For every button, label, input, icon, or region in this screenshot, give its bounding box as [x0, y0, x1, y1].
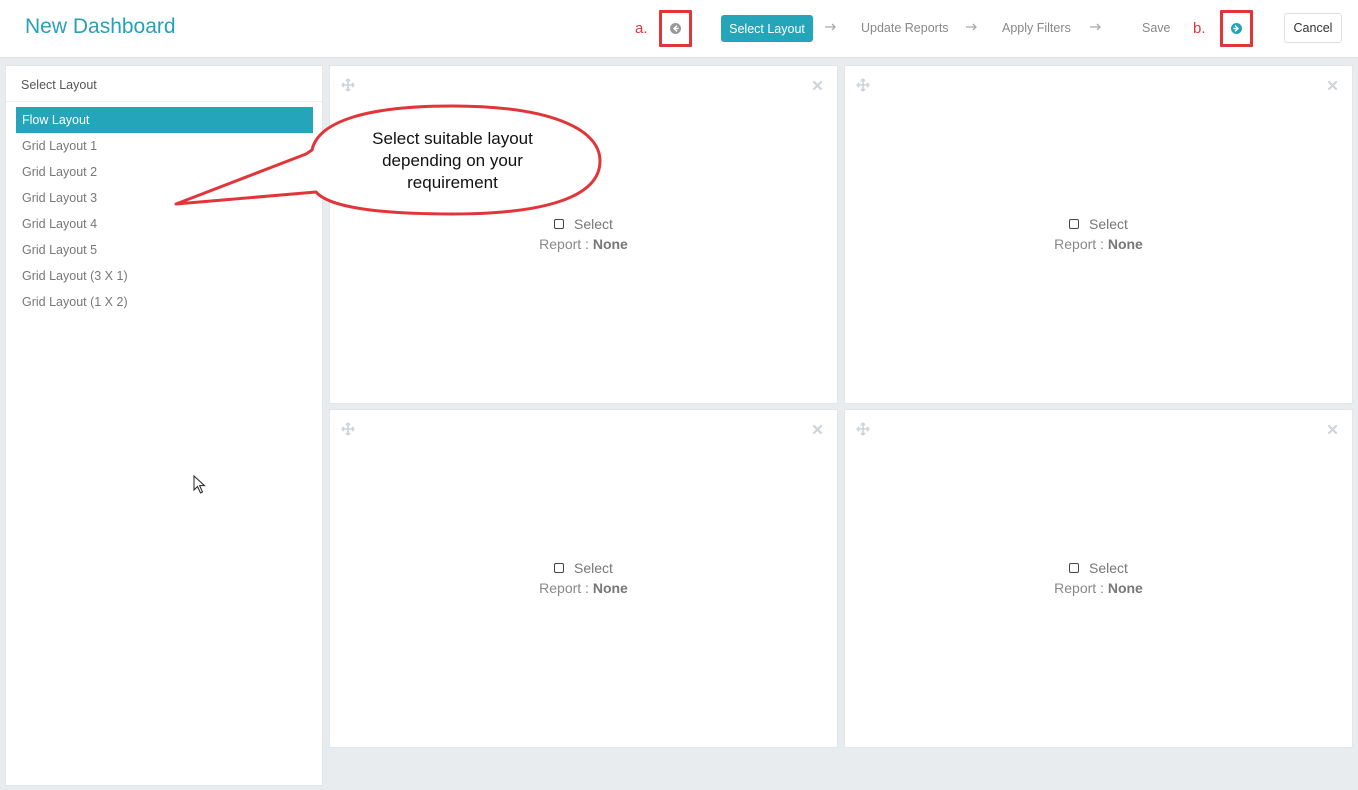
report-value: None: [1107, 580, 1143, 596]
move-icon[interactable]: [856, 422, 870, 436]
annotation-label-a: a.: [635, 20, 648, 37]
annotation-box-b: [1220, 10, 1253, 47]
select-checkbox[interactable]: [1069, 563, 1080, 573]
layout-item-grid-1[interactable]: Grid Layout 1: [16, 133, 313, 159]
circle-arrow-right-icon[interactable]: [1231, 23, 1242, 34]
report-panel: Select Report : None: [329, 409, 838, 748]
report-value: None: [592, 236, 628, 252]
step-update-reports[interactable]: Update Reports: [861, 21, 949, 35]
arrow-right-icon: [825, 23, 836, 31]
report-label: Report :: [1054, 580, 1104, 596]
sidebar-title: Select Layout: [21, 78, 97, 92]
move-icon[interactable]: [341, 78, 355, 92]
select-label: Select: [574, 560, 613, 576]
select-checkbox[interactable]: [554, 563, 565, 573]
move-icon[interactable]: [856, 78, 870, 92]
step-save[interactable]: Save: [1142, 21, 1171, 35]
layout-item-grid-1x2[interactable]: Grid Layout (1 X 2): [16, 289, 313, 315]
step-apply-filters[interactable]: Apply Filters: [1002, 21, 1071, 35]
report-value: None: [592, 580, 628, 596]
close-icon[interactable]: [1327, 80, 1338, 91]
annotation-label-b: b.: [1193, 20, 1206, 37]
report-label: Report :: [539, 236, 589, 252]
select-label: Select: [1089, 216, 1128, 232]
close-icon[interactable]: [812, 80, 823, 91]
report-label: Report :: [539, 580, 589, 596]
arrow-right-icon: [1090, 23, 1101, 31]
layout-sidebar: Select Layout Flow Layout Grid Layout 1 …: [5, 65, 323, 786]
close-icon[interactable]: [812, 424, 823, 435]
top-bar: New Dashboard a. Select Layout Update Re…: [0, 0, 1358, 58]
select-checkbox[interactable]: [554, 219, 565, 229]
step-select-layout[interactable]: Select Layout: [721, 15, 813, 42]
page-title: New Dashboard: [25, 15, 176, 38]
mouse-cursor-icon: [193, 475, 206, 494]
cancel-button[interactable]: Cancel: [1284, 13, 1342, 43]
layout-item-grid-3[interactable]: Grid Layout 3: [16, 185, 313, 211]
layout-item-grid-3x1[interactable]: Grid Layout (3 X 1): [16, 263, 313, 289]
layout-item-flow[interactable]: Flow Layout: [16, 107, 313, 133]
report-value: None: [1107, 236, 1143, 252]
annotation-box-a: [659, 10, 692, 47]
layout-item-grid-4[interactable]: Grid Layout 4: [16, 211, 313, 237]
report-label: Report :: [1054, 236, 1104, 252]
arrow-right-icon: [966, 23, 977, 31]
select-label: Select: [1089, 560, 1128, 576]
report-panel: Select Report : None: [844, 65, 1353, 404]
layout-item-grid-5[interactable]: Grid Layout 5: [16, 237, 313, 263]
select-checkbox[interactable]: [1069, 219, 1080, 229]
layout-item-grid-2[interactable]: Grid Layout 2: [16, 159, 313, 185]
move-icon[interactable]: [341, 422, 355, 436]
circle-arrow-left-icon[interactable]: [670, 23, 681, 34]
close-icon[interactable]: [1327, 424, 1338, 435]
layout-list: Flow Layout Grid Layout 1 Grid Layout 2 …: [16, 107, 313, 315]
report-panel: Select Report : None: [329, 65, 838, 404]
select-label: Select: [574, 216, 613, 232]
divider: [6, 101, 322, 102]
report-panel: Select Report : None: [844, 409, 1353, 748]
callout-text: Select suitable layout depending on your…: [372, 129, 533, 192]
